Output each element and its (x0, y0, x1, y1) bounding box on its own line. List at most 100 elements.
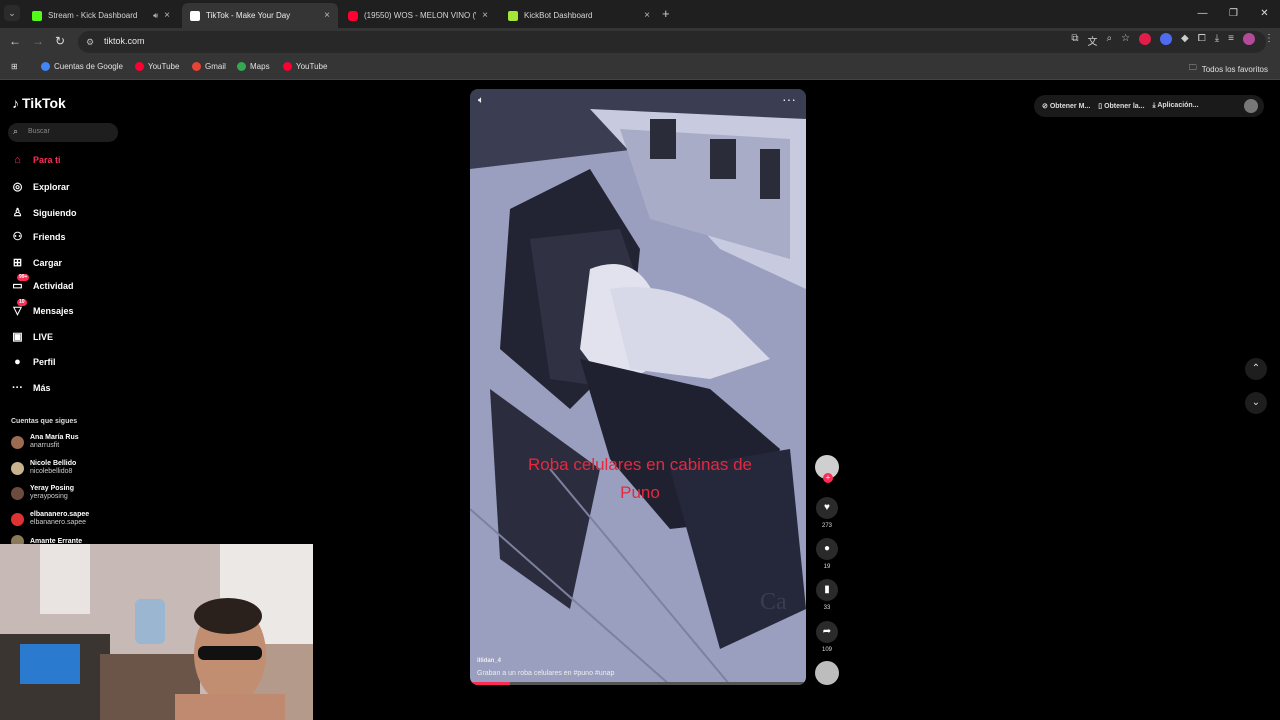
nav-label: Más (33, 383, 51, 393)
sound-disc-avatar[interactable] (815, 661, 839, 685)
user-avatar[interactable] (1244, 99, 1258, 113)
account-item[interactable]: Ana María Rus anarrusfit (11, 434, 79, 450)
youtube-icon (283, 62, 292, 71)
download-icon[interactable]: ⤓ (1215, 33, 1219, 48)
share-button[interactable]: ➦ 109 (815, 621, 839, 653)
extension-red-icon[interactable] (1139, 33, 1152, 45)
bookmark-icon: ▮ (816, 579, 838, 601)
nav-item-para-ti[interactable]: ⌂ Para ti (11, 154, 61, 166)
tiktok-page: ♪ TikTok ⌕ Buscar ⌂ Para ti ◎ Explorar ♙… (0, 81, 1280, 720)
reload-icon[interactable]: ↻ (55, 34, 65, 48)
video-progress-bar[interactable] (470, 682, 806, 685)
nav-item-siguiendo[interactable]: ♙ Siguiendo (11, 206, 77, 219)
minimize-icon[interactable]: — (1187, 0, 1218, 28)
nav-item-perfil[interactable]: ● Perfil (11, 356, 55, 368)
back-icon[interactable]: ← (9, 34, 21, 48)
top-actions-bar: ⊘ Obtener M... ▯ Obtener la... ⤓ Aplicac… (1034, 95, 1264, 117)
bookmark-youtube-2[interactable]: YouTube (283, 62, 327, 71)
next-video-button[interactable]: ⌄ (1245, 392, 1267, 414)
top-item-label: Obtener M... (1049, 103, 1091, 110)
save-button[interactable]: ▮ 33 (815, 579, 839, 611)
comment-button[interactable]: ● 19 (815, 538, 839, 570)
get-coins-item[interactable]: ⊘ Obtener M... (1042, 102, 1090, 110)
nav-item-live[interactable]: ▣ LIVE (11, 330, 53, 343)
close-tab-icon[interactable]: × (644, 10, 650, 21)
messages-badge: 10 (17, 299, 27, 306)
application-item[interactable]: ⤓ Aplicación... (1153, 102, 1199, 110)
browser-tab-4[interactable]: KickBot Dashboard × (500, 3, 658, 28)
following-icon: ♙ (12, 207, 23, 219)
media-icon[interactable]: ≡ (1228, 33, 1234, 48)
live-icon: ▣ (12, 331, 23, 343)
tiktok-logo[interactable]: ♪ TikTok (12, 95, 66, 111)
translate-icon[interactable]: 文 (1087, 33, 1097, 48)
video-author[interactable]: illidan_4 (477, 658, 501, 664)
more-options-icon[interactable]: ··· (782, 91, 796, 107)
chevron-down-icon: ⌄ (1251, 397, 1261, 408)
follow-plus-icon[interactable]: + (823, 473, 833, 483)
volume-icon[interactable]: 🔈︎ (478, 95, 484, 106)
more-icon: ··· (12, 382, 23, 394)
close-tab-icon[interactable]: × (164, 10, 170, 21)
creator-avatar[interactable]: + (815, 455, 839, 483)
nav-item-mas[interactable]: ··· Más (11, 382, 51, 394)
avatar (11, 486, 24, 500)
kick-favicon-icon (32, 10, 42, 21)
nav-item-explorar[interactable]: ◎ Explorar (11, 180, 70, 193)
extension-blue-icon[interactable] (1160, 33, 1173, 45)
site-info-icon[interactable]: ⚙ (86, 37, 94, 48)
nav-item-actividad[interactable]: ▭ 99+ Actividad (11, 274, 74, 292)
folder-icon: 🗀 (1188, 63, 1197, 72)
account-item[interactable]: Yeray Posing yerayposing (11, 485, 74, 501)
account-name: Yeray Posing (30, 485, 74, 492)
restore-icon[interactable]: ❐ (1218, 0, 1249, 28)
menu-icon[interactable]: ⋮ (1264, 33, 1274, 48)
bookmark-star-icon[interactable]: ☆ (1121, 33, 1130, 48)
forward-icon[interactable]: → (32, 34, 44, 48)
nav-item-friends[interactable]: ⚇ Friends (11, 230, 66, 243)
video-description: Graban a un roba celulares en #puno #una… (477, 670, 615, 677)
account-item[interactable]: elbananero.sapee elbananero.sapee (11, 511, 89, 527)
apps-icon[interactable]: ⊞ (11, 62, 18, 71)
install-app-icon[interactable]: ⧉ (1071, 33, 1078, 48)
nav-label: Para ti (33, 155, 61, 165)
nav-label: Friends (33, 231, 66, 242)
browser-tab-1[interactable]: Stream - Kick Dashboard 🔊︎ × (24, 3, 178, 28)
browser-tab-3[interactable]: (19550) WOS - MELON VINO (\ × (340, 3, 496, 28)
nav-item-cargar[interactable]: ⊞ Cargar (11, 256, 62, 269)
get-app-item[interactable]: ▯ Obtener la... (1098, 102, 1144, 110)
tab-strip: ⌄ Stream - Kick Dashboard 🔊︎ × TikTok - … (0, 0, 1280, 28)
bookmark-gmail[interactable]: Gmail (192, 62, 226, 71)
bookmark-label: YouTube (148, 62, 180, 71)
bookmark-google-accounts[interactable]: Cuentas de Google (41, 62, 123, 71)
tab-title: TikTok - Make Your Day (206, 11, 291, 20)
like-button[interactable]: ♥ 273 (815, 497, 839, 529)
account-item[interactable]: Nicole Bellido nicolebellido8 (11, 460, 76, 476)
avatar (11, 461, 24, 475)
svg-text:Ca: Ca (760, 589, 787, 615)
close-tab-icon[interactable]: × (324, 10, 330, 21)
extensions-puzzle-icon[interactable]: ⧠ (1198, 33, 1206, 48)
upload-icon: ⊞ (12, 257, 23, 269)
profile-avatar-icon[interactable] (1243, 33, 1255, 45)
previous-video-button[interactable]: ⌃ (1245, 358, 1267, 380)
close-tab-icon[interactable]: × (482, 10, 488, 21)
browser-tab-2[interactable]: TikTok - Make Your Day × (182, 3, 338, 28)
search-input[interactable]: ⌕ Buscar (8, 123, 118, 142)
new-tab-icon[interactable]: + (662, 6, 670, 21)
zoom-icon[interactable]: ⌕ (1106, 33, 1112, 48)
activity-icon: ▭ 99+ (12, 274, 30, 292)
video-player[interactable]: Ca 🔈︎ ··· Roba celulares en cabinas de P… (470, 89, 806, 685)
close-window-icon[interactable]: ✕ (1249, 0, 1280, 28)
extension-diamond-icon[interactable]: ◆ (1181, 33, 1189, 48)
bookmark-maps[interactable]: Maps (237, 62, 270, 71)
search-placeholder: Buscar (28, 128, 50, 135)
gmail-icon (192, 62, 201, 71)
bookmark-youtube[interactable]: YouTube (135, 62, 179, 71)
tab-search-button[interactable]: ⌄ (4, 5, 20, 21)
nav-label: Cargar (33, 257, 63, 268)
all-bookmarks-folder[interactable]: 🗀 Todos los favoritos (1189, 62, 1268, 76)
audio-icon[interactable]: 🔊︎ (153, 11, 158, 21)
all-bookmarks-label: Todos los favoritos (1201, 64, 1268, 74)
nav-item-mensajes[interactable]: ▽ 10 Mensajes (11, 299, 74, 317)
